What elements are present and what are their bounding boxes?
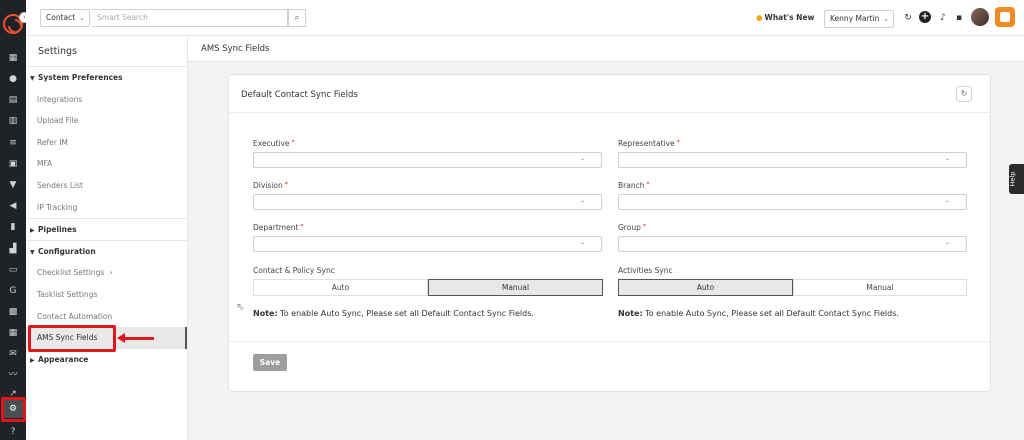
sidebar-item-ip-tracking[interactable]: IP Tracking: [37, 203, 77, 212]
help-circle-icon[interactable]: ?: [7, 426, 19, 438]
bar-chart-icon[interactable]: ▟: [7, 243, 19, 255]
chevron-down-icon: ⌄: [944, 197, 950, 204]
sidebar-item-mfa[interactable]: MFA: [37, 159, 52, 168]
caret-down-icon: ▼: [30, 249, 35, 256]
list-icon[interactable]: ≡: [7, 137, 19, 149]
caret-down-icon: ▼: [30, 75, 35, 82]
section-system-preferences[interactable]: ▼ System Preferences: [30, 73, 123, 82]
branch-label: Branch *: [618, 181, 650, 190]
chevron-down-icon: ⌄: [579, 239, 585, 246]
contact-policy-sync-manual[interactable]: Manual: [428, 279, 603, 296]
icon-rail: ‹ ▦ ● ▤ ▥ ≡ ▣ ▼ ◀ ▮ ▟ ▭ G ▩ ▦ ✉ 〰 ↗ ⚙ ?: [0, 0, 30, 440]
sidebar-item-upload-file[interactable]: Upload File: [37, 116, 78, 125]
sidebar-item-integrations[interactable]: Integrations: [37, 95, 82, 104]
module-select[interactable]: Contact ⌄: [40, 9, 90, 27]
contact-card-icon[interactable]: ▣: [7, 158, 19, 170]
card-title: Default Contact Sync Fields: [241, 90, 358, 100]
mouse-cursor-icon: ⇖: [236, 302, 245, 313]
executive-label: Executive *: [253, 139, 295, 148]
folder-icon[interactable]: ▭: [7, 264, 19, 276]
chevron-down-icon: ⌄: [79, 14, 85, 22]
department-label: Department *: [253, 223, 304, 232]
user-select[interactable]: Kenny Martin ⌄: [824, 10, 894, 28]
bank-icon[interactable]: ▥: [7, 115, 19, 127]
sidebar-item-contact-automation[interactable]: Contact Automation: [37, 312, 112, 321]
top-bar: Contact ⌄ Smart Search ⌕ ● What's New Ken…: [26, 0, 1024, 36]
annotation-arrow-ams-sync: [117, 333, 154, 343]
sidebar-item-tasklist-settings[interactable]: Tasklist Settings: [37, 290, 97, 299]
group-label: Group *: [618, 223, 646, 232]
search-icon[interactable]: ⌕: [288, 9, 306, 27]
annotation-box-settings: [1, 397, 26, 422]
activities-sync-label: Activities Sync: [618, 266, 673, 275]
caret-right-icon: ▶: [30, 227, 35, 234]
sidebar-item-senders-list[interactable]: Senders List: [37, 181, 83, 190]
auto-sync-note: Note: To enable Auto Sync, Please set al…: [253, 309, 534, 318]
auto-sync-note: Note: To enable Auto Sync, Please set al…: [618, 309, 899, 318]
chevron-down-icon: ⌄: [579, 155, 585, 162]
mail-icon[interactable]: ✉: [7, 348, 19, 360]
settings-sidebar: Settings ▼ System Preferences Integration…: [26, 36, 188, 440]
main-content: AMS Sync Fields Default Contact Sync Fie…: [188, 36, 1024, 440]
bulb-icon: ●: [756, 13, 763, 22]
chevron-right-icon: ›: [109, 268, 113, 277]
division-select[interactable]: ⌄: [253, 194, 602, 210]
megaphone-icon[interactable]: ◀: [7, 200, 19, 212]
brand-app-icon[interactable]: [995, 7, 1015, 27]
page-title: AMS Sync Fields: [201, 44, 270, 54]
chevron-down-icon: ⌄: [883, 15, 889, 23]
chevron-down-icon: ⌄: [944, 239, 950, 246]
sidebar-item-checklist-settings[interactable]: Checklist Settings ›: [37, 268, 113, 277]
chat-icon[interactable]: ▪: [953, 12, 965, 24]
user-avatar[interactable]: [971, 8, 989, 26]
divider: [229, 341, 990, 342]
division-label: Division *: [253, 181, 288, 190]
add-icon[interactable]: +: [919, 11, 931, 23]
group-select[interactable]: ⌄: [618, 236, 967, 252]
annotation-box-ams-sync: [28, 325, 116, 352]
bell-icon[interactable]: ♪: [937, 12, 949, 24]
branch-select[interactable]: ⌄: [618, 194, 967, 210]
sidebar-item-refer-im[interactable]: Refer IM: [37, 138, 68, 147]
save-button[interactable]: Save: [253, 354, 287, 371]
notes-icon[interactable]: ▮: [7, 221, 19, 233]
caret-right-icon: ▶: [30, 357, 35, 364]
contact-policy-sync-label: Contact & Policy Sync: [253, 266, 335, 275]
activities-sync-manual[interactable]: Manual: [793, 279, 967, 296]
card-header: Default Contact Sync Fields ↻: [229, 75, 990, 113]
calendar-icon[interactable]: ▦: [7, 327, 19, 339]
help-tab[interactable]: Help: [1008, 164, 1024, 194]
sync-icon[interactable]: ↻: [902, 12, 914, 24]
divider: [26, 218, 187, 219]
sidebar-title: Settings: [38, 46, 77, 57]
section-configuration[interactable]: ▼ Configuration: [30, 247, 96, 256]
smart-search-input[interactable]: Smart Search: [92, 9, 288, 27]
activities-sync-auto[interactable]: Auto: [618, 279, 793, 296]
representative-label: Representative *: [618, 139, 680, 148]
department-select[interactable]: ⌄: [253, 236, 602, 252]
chevron-down-icon: ⌄: [944, 155, 950, 162]
section-appearance[interactable]: ▶ Appearance: [30, 355, 88, 364]
sync-fields-card: Default Contact Sync Fields ↻ Executive *…: [228, 74, 991, 392]
filter-icon[interactable]: ▼: [7, 179, 19, 191]
contact-policy-sync-auto[interactable]: Auto: [253, 279, 428, 296]
page-header: AMS Sync Fields: [188, 36, 1024, 62]
chevron-down-icon: ⌄: [579, 197, 585, 204]
contacts-icon[interactable]: ●: [7, 73, 19, 85]
google-icon[interactable]: G: [7, 285, 19, 297]
representative-select[interactable]: ⌄: [618, 152, 967, 168]
calculator-icon[interactable]: ▩: [7, 306, 19, 318]
section-pipelines[interactable]: ▶ Pipelines: [30, 225, 77, 234]
divider: [26, 66, 187, 67]
documents-icon[interactable]: ▤: [7, 94, 19, 106]
executive-select[interactable]: ⌄: [253, 152, 602, 168]
divider: [26, 240, 187, 241]
whats-new-link[interactable]: ● What's New: [756, 13, 814, 22]
refresh-icon[interactable]: ↻: [956, 86, 972, 102]
activity-icon[interactable]: 〰: [7, 369, 19, 381]
dashboard-icon[interactable]: ▦: [7, 52, 19, 64]
